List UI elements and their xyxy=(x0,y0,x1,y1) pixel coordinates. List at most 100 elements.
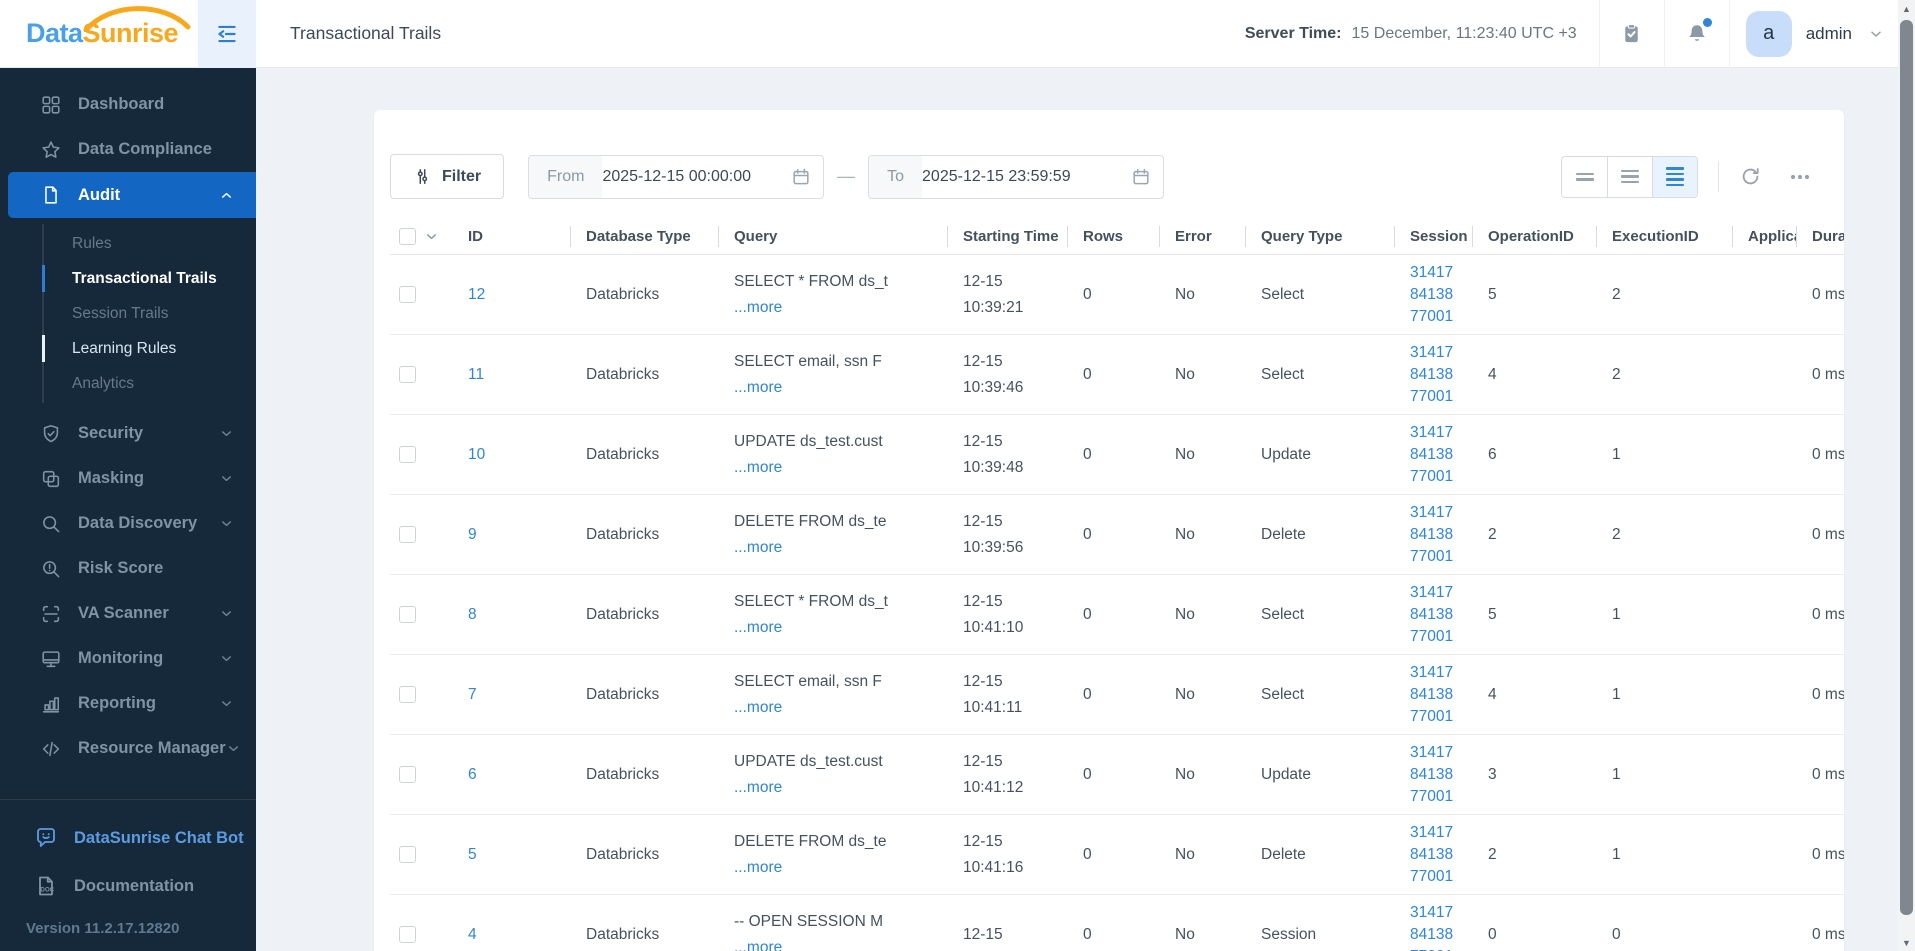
query-more-link[interactable]: ...more xyxy=(734,859,782,876)
refresh-button[interactable] xyxy=(1739,165,1762,188)
session-id-link[interactable]: 84138 xyxy=(1410,284,1472,306)
calendar-icon[interactable] xyxy=(791,167,811,187)
density-compact-button[interactable] xyxy=(1562,156,1607,197)
sidebar-item-data-compliance[interactable]: Data Compliance xyxy=(0,127,256,172)
calendar-icon[interactable] xyxy=(1131,167,1151,187)
sidebar-subitem-learning-rules[interactable]: Learning Rules xyxy=(42,331,256,366)
filter-button[interactable]: Filter xyxy=(390,154,505,199)
row-checkbox[interactable] xyxy=(398,446,416,463)
session-id-link[interactable]: 31417 xyxy=(1410,342,1472,364)
column-header-database-type[interactable]: Database Type xyxy=(570,219,718,254)
sidebar-item-dashboard[interactable]: Dashboard xyxy=(0,82,256,127)
session-id-link[interactable]: 77001 xyxy=(1410,866,1472,888)
event-id-link[interactable]: 7 xyxy=(468,686,477,703)
event-id-link[interactable]: 6 xyxy=(468,766,477,783)
density-expanded-button[interactable] xyxy=(1652,156,1697,197)
column-header-error[interactable]: Error xyxy=(1159,219,1245,254)
session-id-link[interactable]: 84138 xyxy=(1410,524,1472,546)
sidebar-item-documentation[interactable]: DOC Documentation xyxy=(0,862,256,910)
query-more-link[interactable]: ...more xyxy=(734,699,782,716)
session-id-link[interactable]: 77001 xyxy=(1410,786,1472,808)
sidebar-item-monitoring[interactable]: Monitoring xyxy=(0,636,256,681)
session-id-link[interactable]: 77001 xyxy=(1410,546,1472,568)
sidebar-item-security[interactable]: Security xyxy=(0,411,256,456)
query-more-link[interactable]: ...more xyxy=(734,299,782,316)
row-checkbox[interactable] xyxy=(398,366,416,383)
sidebar-collapse-button[interactable] xyxy=(198,0,256,68)
session-id-link[interactable]: 77001 xyxy=(1410,386,1472,408)
session-id-link[interactable]: 77001 xyxy=(1410,626,1472,648)
session-id-link[interactable]: 84138 xyxy=(1410,364,1472,386)
session-id-link[interactable]: 31417 xyxy=(1410,902,1472,924)
sidebar-subitem-session-trails[interactable]: Session Trails xyxy=(44,296,256,331)
session-id-link[interactable]: 77001 xyxy=(1410,946,1472,951)
from-datetime-input[interactable] xyxy=(602,167,788,186)
event-id-link[interactable]: 4 xyxy=(468,926,477,943)
row-checkbox[interactable] xyxy=(398,286,416,303)
scroll-up-arrow[interactable]: ▲ xyxy=(1898,0,1915,17)
vertical-scrollbar[interactable]: ▲ ▼ xyxy=(1898,0,1915,951)
column-header-application[interactable]: Application xyxy=(1732,219,1796,254)
to-datetime-input[interactable] xyxy=(922,167,1128,186)
column-header-operationid[interactable]: OperationID xyxy=(1472,219,1596,254)
sidebar-item-risk-score[interactable]: Risk Score xyxy=(0,546,256,591)
column-header-executionid[interactable]: ExecutionID xyxy=(1596,219,1732,254)
session-id-link[interactable]: 31417 xyxy=(1410,582,1472,604)
event-id-link[interactable]: 8 xyxy=(468,606,477,623)
sidebar-item-va-scanner[interactable]: VA Scanner xyxy=(0,591,256,636)
row-checkbox[interactable] xyxy=(398,846,416,863)
row-checkbox[interactable] xyxy=(398,526,416,543)
row-checkbox[interactable] xyxy=(398,766,416,783)
column-header-query-type[interactable]: Query Type xyxy=(1245,219,1394,254)
session-id-link[interactable]: 77001 xyxy=(1410,306,1472,328)
row-checkbox[interactable] xyxy=(398,926,416,943)
tasks-button[interactable] xyxy=(1600,0,1664,68)
density-medium-button[interactable] xyxy=(1607,156,1652,197)
session-id-link[interactable]: 31417 xyxy=(1410,822,1472,844)
session-id-link[interactable]: 31417 xyxy=(1410,262,1472,284)
sidebar-item-resource-manager[interactable]: Resource Manager xyxy=(0,726,256,769)
query-more-link[interactable]: ...more xyxy=(734,619,782,636)
scroll-down-arrow[interactable]: ▼ xyxy=(1898,934,1915,951)
notifications-button[interactable] xyxy=(1665,0,1729,68)
query-more-link[interactable]: ...more xyxy=(734,779,782,796)
session-id-link[interactable]: 31417 xyxy=(1410,742,1472,764)
session-id-link[interactable]: 77001 xyxy=(1410,706,1472,728)
sidebar-item-chatbot[interactable]: DataSunrise Chat Bot xyxy=(0,814,256,862)
row-checkbox[interactable] xyxy=(398,606,416,623)
event-id-link[interactable]: 10 xyxy=(468,446,485,463)
more-options-button[interactable] xyxy=(1788,165,1812,189)
column-header-query[interactable]: Query xyxy=(718,219,947,254)
session-id-link[interactable]: 84138 xyxy=(1410,924,1472,946)
row-checkbox[interactable] xyxy=(398,686,416,703)
column-header-id[interactable]: ID xyxy=(452,219,570,254)
sidebar-item-reporting[interactable]: Reporting xyxy=(0,681,256,726)
session-id-link[interactable]: 84138 xyxy=(1410,604,1472,626)
session-id-link[interactable]: 84138 xyxy=(1410,444,1472,466)
column-header-rows[interactable]: Rows xyxy=(1067,219,1159,254)
query-more-link[interactable]: ...more xyxy=(734,939,782,951)
event-id-link[interactable]: 11 xyxy=(468,366,484,383)
select-all-checkbox[interactable] xyxy=(398,228,416,245)
query-more-link[interactable]: ...more xyxy=(734,379,782,396)
scrollbar-thumb[interactable] xyxy=(1900,20,1913,915)
session-id-link[interactable]: 84138 xyxy=(1410,844,1472,866)
query-more-link[interactable]: ...more xyxy=(734,539,782,556)
sidebar-subitem-transactional-trails[interactable]: Transactional Trails xyxy=(42,261,256,296)
sidebar-item-masking[interactable]: Masking xyxy=(0,456,256,501)
event-id-link[interactable]: 9 xyxy=(468,526,477,543)
bulk-actions-chevron[interactable] xyxy=(424,229,452,244)
column-header-session[interactable]: Session xyxy=(1394,219,1472,254)
session-id-link[interactable]: 84138 xyxy=(1410,764,1472,786)
session-id-link[interactable]: 31417 xyxy=(1410,662,1472,684)
sidebar-subitem-rules[interactable]: Rules xyxy=(44,226,256,261)
session-id-link[interactable]: 31417 xyxy=(1410,502,1472,524)
event-id-link[interactable]: 5 xyxy=(468,846,477,863)
session-id-link[interactable]: 77001 xyxy=(1410,466,1472,488)
query-more-link[interactable]: ...more xyxy=(734,459,782,476)
event-id-link[interactable]: 12 xyxy=(468,286,485,303)
column-header-starting-time[interactable]: Starting Time xyxy=(947,219,1067,254)
sidebar-subitem-analytics[interactable]: Analytics xyxy=(44,366,256,401)
session-id-link[interactable]: 31417 xyxy=(1410,422,1472,444)
session-id-link[interactable]: 84138 xyxy=(1410,684,1472,706)
